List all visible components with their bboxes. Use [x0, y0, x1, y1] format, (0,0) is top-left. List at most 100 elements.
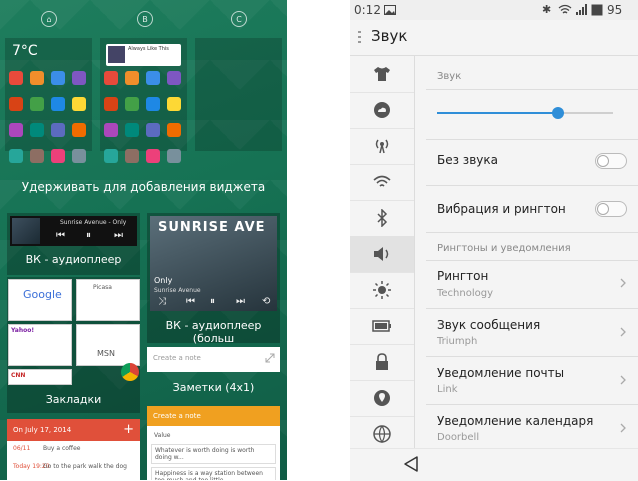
signal-icon — [576, 4, 587, 15]
screen-tab-b[interactable]: B — [137, 11, 153, 27]
notes-4x1-widget[interactable]: Create a note — [147, 347, 280, 372]
status-bar: 0:12 ✱ 95 — [350, 0, 638, 20]
ringtone-value: Technology — [437, 288, 494, 299]
calendar-widget[interactable]: On July 17, 2014 + 06/11 Buy a coffee Toda… — [7, 419, 140, 480]
email-notification-value: Link — [437, 384, 458, 395]
ringtone-label: Рингтон — [437, 269, 489, 283]
chevron-right-icon — [620, 375, 626, 385]
note-item: Happiness is a way station between too m… — [151, 467, 276, 480]
category-security[interactable] — [350, 344, 414, 381]
app-icon — [51, 149, 65, 163]
next-icon: ⏭ — [114, 230, 123, 241]
app-icon — [9, 71, 23, 85]
section-header-ringtones: Рингтоны и уведомления — [437, 243, 571, 254]
category-account[interactable] — [350, 92, 414, 129]
pause-icon: ⏸ — [210, 296, 215, 307]
app-icon — [167, 97, 181, 111]
mini-widget-title: Always Like This — [128, 46, 169, 52]
calendar-date: On July 17, 2014 — [13, 426, 72, 434]
app-icon — [72, 149, 86, 163]
app-icon — [104, 123, 118, 137]
category-display[interactable] — [350, 272, 414, 309]
category-sound[interactable] — [350, 236, 414, 273]
message-sound-value: Triumph — [437, 336, 478, 347]
widget-label: ВК - аудиоплеер — [25, 253, 122, 266]
screen-tab-home[interactable]: ⌂ — [41, 11, 57, 27]
bookmark-thumb-cnn: CNN — [8, 369, 72, 385]
globe-icon — [373, 425, 391, 443]
back-icon[interactable] — [403, 455, 419, 473]
home-icon: ⌂ — [46, 14, 52, 24]
volume-slider[interactable] — [437, 107, 613, 119]
thumb-title: Picasa — [93, 284, 112, 291]
app-icon — [9, 123, 23, 137]
note-item: Value — [154, 432, 171, 439]
bookmark-thumb-picasa: Picasa — [76, 279, 140, 321]
app-icon — [146, 123, 160, 137]
vk-player-large-widget[interactable]: SUNRISE AVE Only Sunrise Avenue ⤨ ⏮ ⏸ ⏭ … — [147, 213, 280, 345]
app-icon — [72, 123, 86, 137]
bookmark-thumb-msn: MSN — [76, 324, 140, 366]
vk-player-small-widget[interactable]: Sunrise Avenue - Only ⏮ ⏸ ⏭ ВК - аудиопл… — [7, 213, 140, 275]
category-bluetooth[interactable] — [350, 200, 414, 237]
app-icon — [167, 71, 181, 85]
app-icon — [125, 71, 139, 85]
category-location[interactable] — [350, 380, 414, 417]
home-screen-preview-1[interactable]: 7°C — [5, 38, 92, 163]
app-icon — [104, 71, 118, 85]
sound-settings-screen: 0:12 ✱ 95 Звук Звук Без звука Вибрация и… — [350, 0, 638, 481]
album-title: SUNRISE AVE — [158, 220, 266, 235]
app-icon — [167, 149, 181, 163]
category-wifi[interactable] — [350, 164, 414, 201]
bookmarks-widget[interactable]: Google Picasa Yahoo! MSN CNN Закладки — [7, 277, 140, 413]
weather-clock: 7°C — [12, 43, 38, 59]
note-item: Whatever is worth doing is worth doing w… — [151, 444, 276, 464]
list-item: Today 19:20 Go to the park walk the dog — [7, 459, 140, 477]
bookmark-thumb-google: Google — [8, 279, 72, 321]
home-screen-preview-3[interactable] — [195, 38, 282, 151]
screen-tab-c[interactable]: C — [231, 11, 247, 27]
calendar-notification-label: Уведомление календаря — [437, 414, 594, 428]
app-icon — [167, 123, 181, 137]
toggle-knob — [597, 155, 609, 167]
silent-mode-label: Без звука — [437, 153, 498, 167]
notes-large-widget[interactable]: Create a note Value Whatever is worth do… — [147, 406, 280, 480]
page-title: Звук — [371, 27, 408, 45]
list-item: 06/11 Buy a coffee — [7, 441, 140, 459]
home-screen-preview-2[interactable]: Always Like This — [100, 38, 187, 163]
bluetooth-icon — [377, 209, 388, 227]
widget-picker: ⌂ B C 7°C Always Like This Удерживать дл… — [0, 0, 287, 480]
screen-tab-b-label: B — [142, 14, 148, 24]
expand-icon — [265, 353, 275, 363]
app-icon — [72, 97, 86, 111]
app-icon — [30, 123, 44, 137]
thumb-title: Google — [23, 288, 62, 301]
widget-label: Закладки — [45, 393, 102, 406]
track-artist: Sunrise Avenue — [154, 287, 201, 294]
chevron-right-icon — [620, 423, 626, 433]
add-icon: + — [123, 422, 134, 437]
app-icon-grid — [104, 71, 181, 163]
event-text: Go to the park walk the dog — [43, 463, 127, 470]
thumb-title: Yahoo! — [11, 327, 35, 334]
silent-mode-toggle[interactable] — [595, 153, 627, 169]
category-hotspot[interactable] — [350, 128, 414, 165]
settings-content: Звук Без звука Вибрация и рингтон Рингто… — [426, 56, 638, 448]
menu-icon[interactable] — [357, 30, 362, 44]
volume-slider-thumb[interactable] — [552, 107, 565, 119]
category-personalization[interactable] — [350, 56, 414, 93]
category-battery[interactable] — [350, 308, 414, 345]
category-rail — [350, 56, 415, 453]
app-icon — [146, 149, 160, 163]
email-notification-label: Уведомление почты — [437, 366, 565, 380]
navigation-bar — [350, 448, 638, 481]
app-icon — [125, 123, 139, 137]
vibrate-toggle[interactable] — [595, 201, 627, 217]
speaker-icon — [374, 247, 389, 261]
note-placeholder: Create a note — [153, 354, 201, 362]
widget-label: ВК - аудиоплеер (больш — [165, 319, 262, 345]
battery-status-icon — [591, 4, 603, 16]
app-icon — [104, 97, 118, 111]
calendar-notification-value: Doorbell — [437, 432, 480, 443]
divider — [426, 404, 638, 405]
